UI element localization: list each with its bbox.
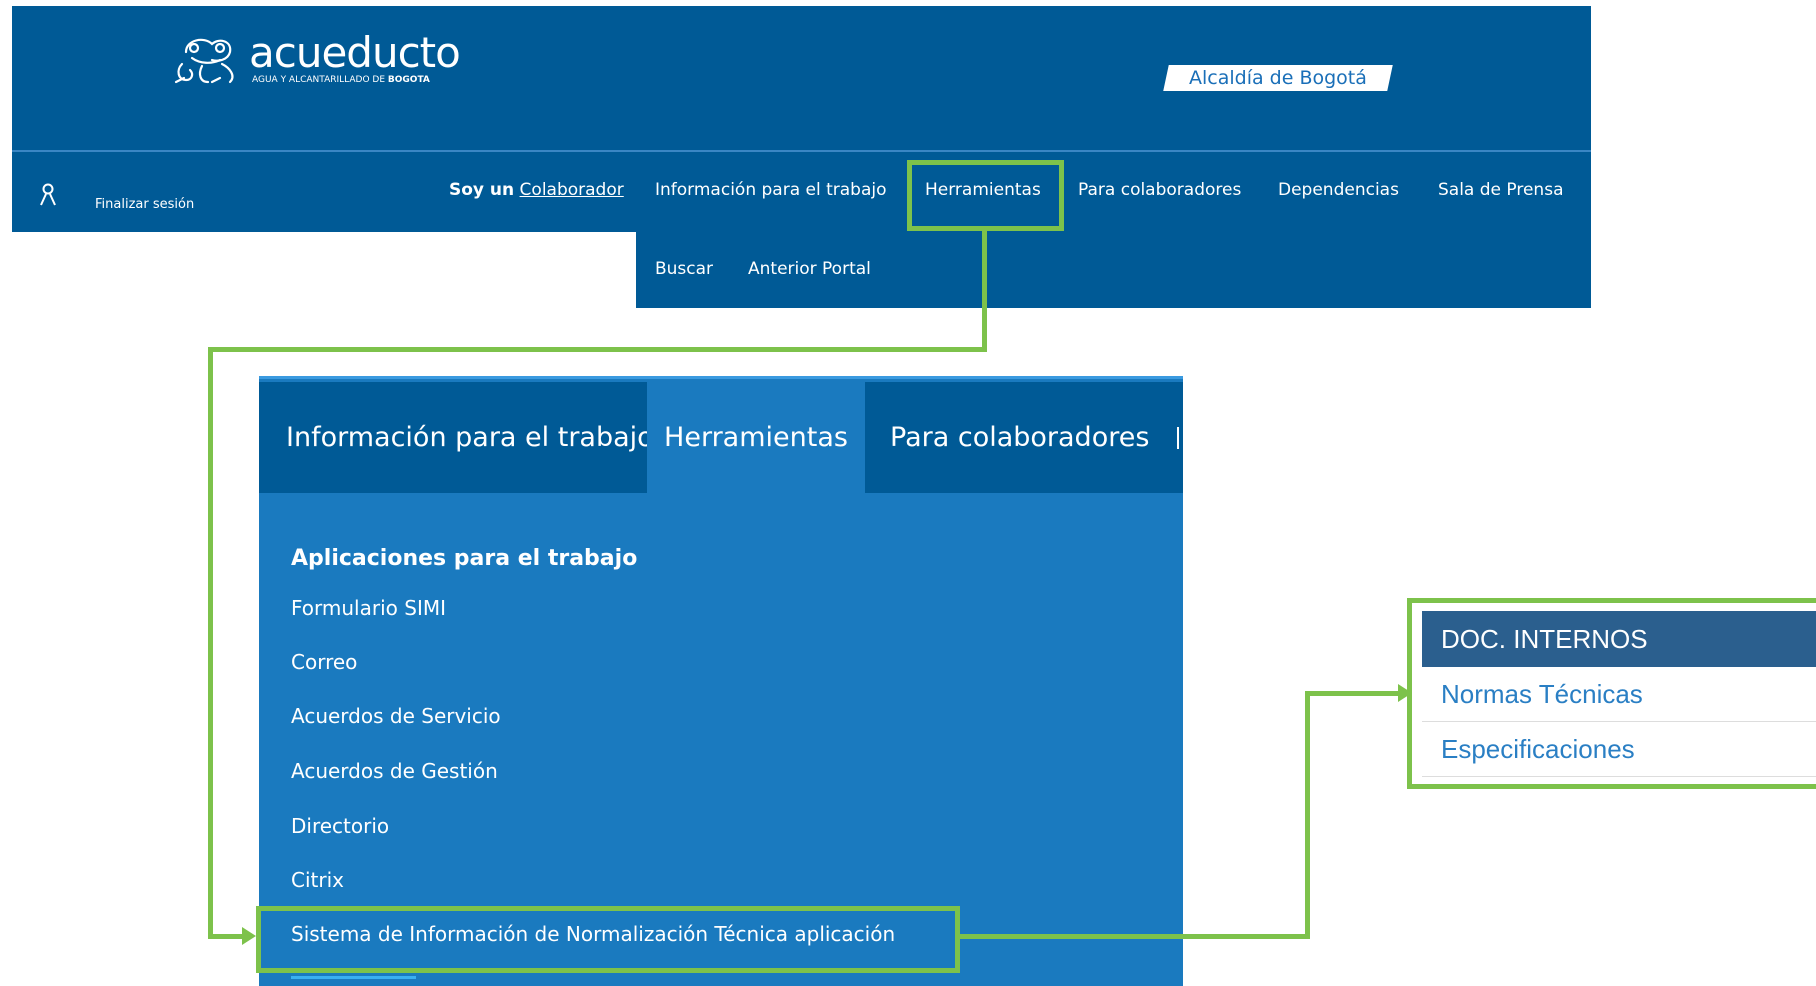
link-directorio[interactable]: Directorio [291, 814, 389, 838]
logout-link[interactable]: Finalizar sesión [95, 197, 194, 212]
nav-soy-un-colaborador[interactable]: Soy un Colaborador [449, 180, 624, 200]
link-acuerdos-servicio[interactable]: Acuerdos de Servicio [291, 704, 501, 728]
link-formulario-simi[interactable]: Formulario SIMI [291, 596, 446, 620]
tab-informacion-trabajo[interactable]: Información para el trabajo [259, 382, 654, 493]
connector-line [960, 934, 1310, 939]
link-acuerdos-gestion[interactable]: Acuerdos de Gestión [291, 759, 498, 783]
highlight-herramientas [907, 160, 1064, 231]
logo-tagline: AGUA Y ALCANTARILLADO DE BOGOTA [252, 75, 430, 85]
nav-sala-de-prensa[interactable]: Sala de Prensa [1438, 180, 1563, 200]
link-correo[interactable]: Correo [291, 650, 357, 674]
link-underline [291, 976, 416, 979]
frog-logo-icon [174, 38, 234, 84]
connector-line [1305, 691, 1310, 939]
nav-anterior-portal[interactable]: Anterior Portal [748, 259, 871, 279]
herramientas-mega-menu: Información para el trabajo Herramientas… [259, 376, 1183, 986]
nav-dependencias[interactable]: Dependencias [1278, 180, 1399, 200]
tab-para-colaboradores[interactable]: Para colaboradores [865, 382, 1183, 493]
tab-partial [1177, 382, 1183, 493]
arrow-right-icon [242, 927, 256, 945]
highlight-doc-internos [1407, 598, 1816, 789]
user-icon[interactable] [39, 183, 57, 213]
logo-wordmark: acueducto [249, 28, 461, 77]
nav-para-colaboradores[interactable]: Para colaboradores [1078, 180, 1241, 200]
connector-line [208, 347, 213, 939]
connector-line [1305, 691, 1401, 696]
highlight-sistema-normalizacion [256, 906, 960, 973]
nav-buscar[interactable]: Buscar [655, 259, 713, 279]
arrow-right-icon [1398, 684, 1412, 702]
alcaldia-badge[interactable]: Alcaldía de Bogotá [1163, 65, 1393, 91]
apps-heading: Aplicaciones para el trabajo [291, 546, 638, 571]
nav-informacion-trabajo[interactable]: Información para el trabajo [655, 180, 887, 200]
acueducto-logo[interactable]: acueducto AGUA Y ALCANTARILLADO DE BOGOT… [172, 30, 472, 100]
connector-line [982, 231, 987, 352]
tab-herramientas[interactable]: Herramientas [647, 382, 865, 493]
connector-line [208, 347, 987, 352]
link-citrix[interactable]: Citrix [291, 868, 344, 892]
connector-line [208, 934, 244, 939]
